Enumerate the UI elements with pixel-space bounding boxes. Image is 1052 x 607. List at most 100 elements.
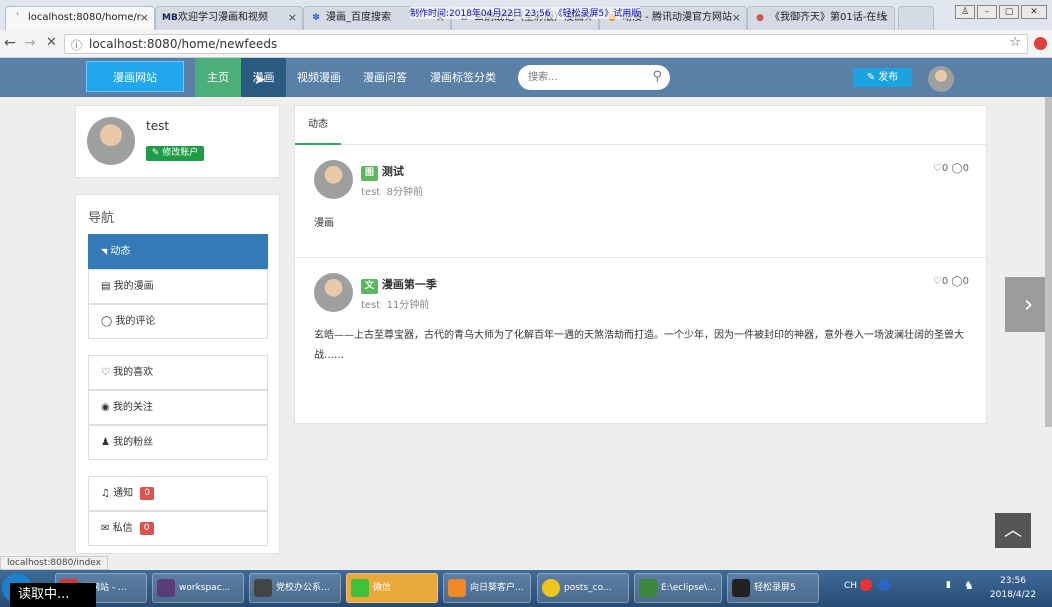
post-type-tag: 文 [361,279,378,294]
scrollbar-thumb[interactable] [1045,97,1052,427]
tab-feed[interactable]: 动态 [295,106,341,145]
comment-icon[interactable]: ◯ [951,163,962,174]
comment-count: 0 [962,163,969,174]
status-url: localhost:8080/index [0,556,108,570]
tab-close-icon[interactable]: × [288,7,297,29]
taskbar-item[interactable]: workspac... [152,573,244,603]
back-to-top-button[interactable]: ︿ [995,513,1031,548]
comment-count: 0 [962,276,969,287]
post-title[interactable]: 漫画第一季 [382,278,437,291]
nav-home[interactable]: 主页 [195,58,241,97]
avatar[interactable] [87,117,135,165]
comment-icon: ◯ [101,316,113,327]
back-arrow-icon[interactable]: ← [4,35,16,51]
post-stats: ♡0 ◯0 [933,163,969,174]
stop-loading-icon[interactable]: ✕ [46,35,57,50]
avatar[interactable] [928,66,954,92]
post-time: 11分钟前 [386,300,430,311]
tab-close-icon[interactable]: × [140,7,149,29]
new-tab-button[interactable] [898,6,934,30]
opera-icon[interactable] [1034,37,1047,50]
like-count: 0 [941,163,949,174]
post-meta: test 11分钟前 [361,296,429,311]
close-window-button[interactable]: ✕ [1021,5,1047,19]
tab-close-icon[interactable]: × [732,7,741,29]
taskbar-item[interactable]: 轻松录屏5 [727,573,819,603]
info-icon[interactable]: ⓘ [71,37,82,53]
language-indicator[interactable]: CH [844,581,857,591]
recorder-icon [732,579,750,597]
bookmark-star-icon[interactable]: ☆ [1009,35,1021,50]
post-title[interactable]: 测试 [382,165,404,178]
taskbar-item[interactable]: 向日葵客户... [443,573,531,603]
avatar[interactable] [314,273,353,312]
taskbar-item[interactable]: 微信 [346,573,438,603]
loading-overlay: 读取中... [10,583,96,607]
nav-item-feed[interactable]: ◥ 动态 [88,234,268,269]
nav-item-my-comics[interactable]: ▤ 我的漫画 [88,269,268,304]
edit-account-button[interactable]: ✎ 修改账户 [146,146,204,161]
users-icon: ♟ [101,437,110,448]
bell-icon: ♫ [101,488,110,499]
ime-icon[interactable] [860,579,872,591]
search-icon[interactable]: ⚲ [652,69,662,84]
publish-button[interactable]: ✎ 发布 [853,68,912,87]
help-icon[interactable] [878,579,890,591]
post-stats: ♡0 ◯0 [933,276,969,287]
feed-tabs: 动态 [295,106,986,145]
forward-arrow-icon[interactable]: → [24,35,36,51]
like-count: 0 [941,276,949,287]
network-icon[interactable]: ▮ [946,580,951,590]
taskbar-item[interactable]: posts_co... [537,573,629,603]
site-logo[interactable]: 漫画网站 [86,61,184,92]
browser-tab-mb[interactable]: MB 欢迎学习漫画和视频 × [155,6,303,30]
list-item: 图 测试 test 8分钟前 ♡0 ◯0 漫画 [295,145,987,257]
notification-count-badge: 0 [140,487,155,500]
post-type-tag: 图 [361,166,378,181]
nav-tag-categories[interactable]: 漫画标签分类 [423,58,503,97]
heart-icon[interactable]: ♡ [933,276,942,287]
browser-tab-localhost[interactable]: ˋ localhost:8080/home/r × [5,6,155,30]
page-icon: ● [756,13,764,23]
nav-video-comics[interactable]: 视频漫画 [291,58,347,97]
taskbar-item[interactable]: 党校办公系... [249,573,341,603]
nav-item-messages[interactable]: ✉ 私信 0 [88,511,268,546]
avatar[interactable] [314,160,353,199]
taskbar: 画网站 - ... workspac... 党校办公系... 微信 向日葵客户.… [0,570,1052,607]
sunflower-icon [448,579,466,597]
taskbar-item[interactable]: E:\eclipse\... [634,573,722,603]
message-count-badge: 0 [139,522,154,535]
eclipse-icon [157,579,175,597]
nav-item-my-fans[interactable]: ♟ 我的粉丝 [88,425,268,460]
post-author[interactable]: test [361,187,380,198]
nav-item-my-following[interactable]: ◉ 我的关注 [88,390,268,425]
post-time: 8分钟前 [386,187,423,198]
address-bar-row: ← → ✕ ⓘ localhost:8080/home/newfeeds ☆ [0,30,1052,58]
maximize-button[interactable]: ▢ [999,5,1019,19]
comment-icon[interactable]: ◯ [951,276,962,287]
browser-tab-woyu[interactable]: ● 《我御齐天》第01话-在线 × [747,6,895,30]
baidu-paw-icon: ✽ [312,13,320,23]
clock[interactable]: 23:56 2018/4/22 [988,574,1038,602]
tab-close-icon[interactable]: × [880,7,889,29]
nav-comic-qa[interactable]: 漫画问答 [357,58,413,97]
eye-icon: ◉ [101,402,110,413]
wechat-icon [351,579,369,597]
search-input[interactable] [528,70,648,85]
app-icon [254,579,272,597]
qq-icon[interactable]: ♞ [964,579,974,592]
nav-item-my-comments[interactable]: ◯ 我的评论 [88,304,268,339]
nav-item-my-likes[interactable]: ♡ 我的喜欢 [88,355,268,390]
minimize-button[interactable]: – [977,5,997,19]
post-meta: test 8分钟前 [361,183,423,198]
recording-banner: 制作时间:2018年04月22日 23:56 《轻松录屏5》试用版 [410,6,641,19]
folder-icon [639,579,657,597]
url-input[interactable]: ⓘ localhost:8080/home/newfeeds ☆ [64,34,1028,54]
post-author[interactable]: test [361,300,380,311]
nav-item-notifications[interactable]: ♫ 通知 0 [88,476,268,511]
mouse-cursor-icon: ➤ [254,72,266,88]
profile-panel: test ✎ 修改账户 [75,105,280,178]
user-icon[interactable]: ♙ [955,5,975,19]
mb-icon: MB [162,13,178,23]
heart-icon[interactable]: ♡ [933,163,942,174]
